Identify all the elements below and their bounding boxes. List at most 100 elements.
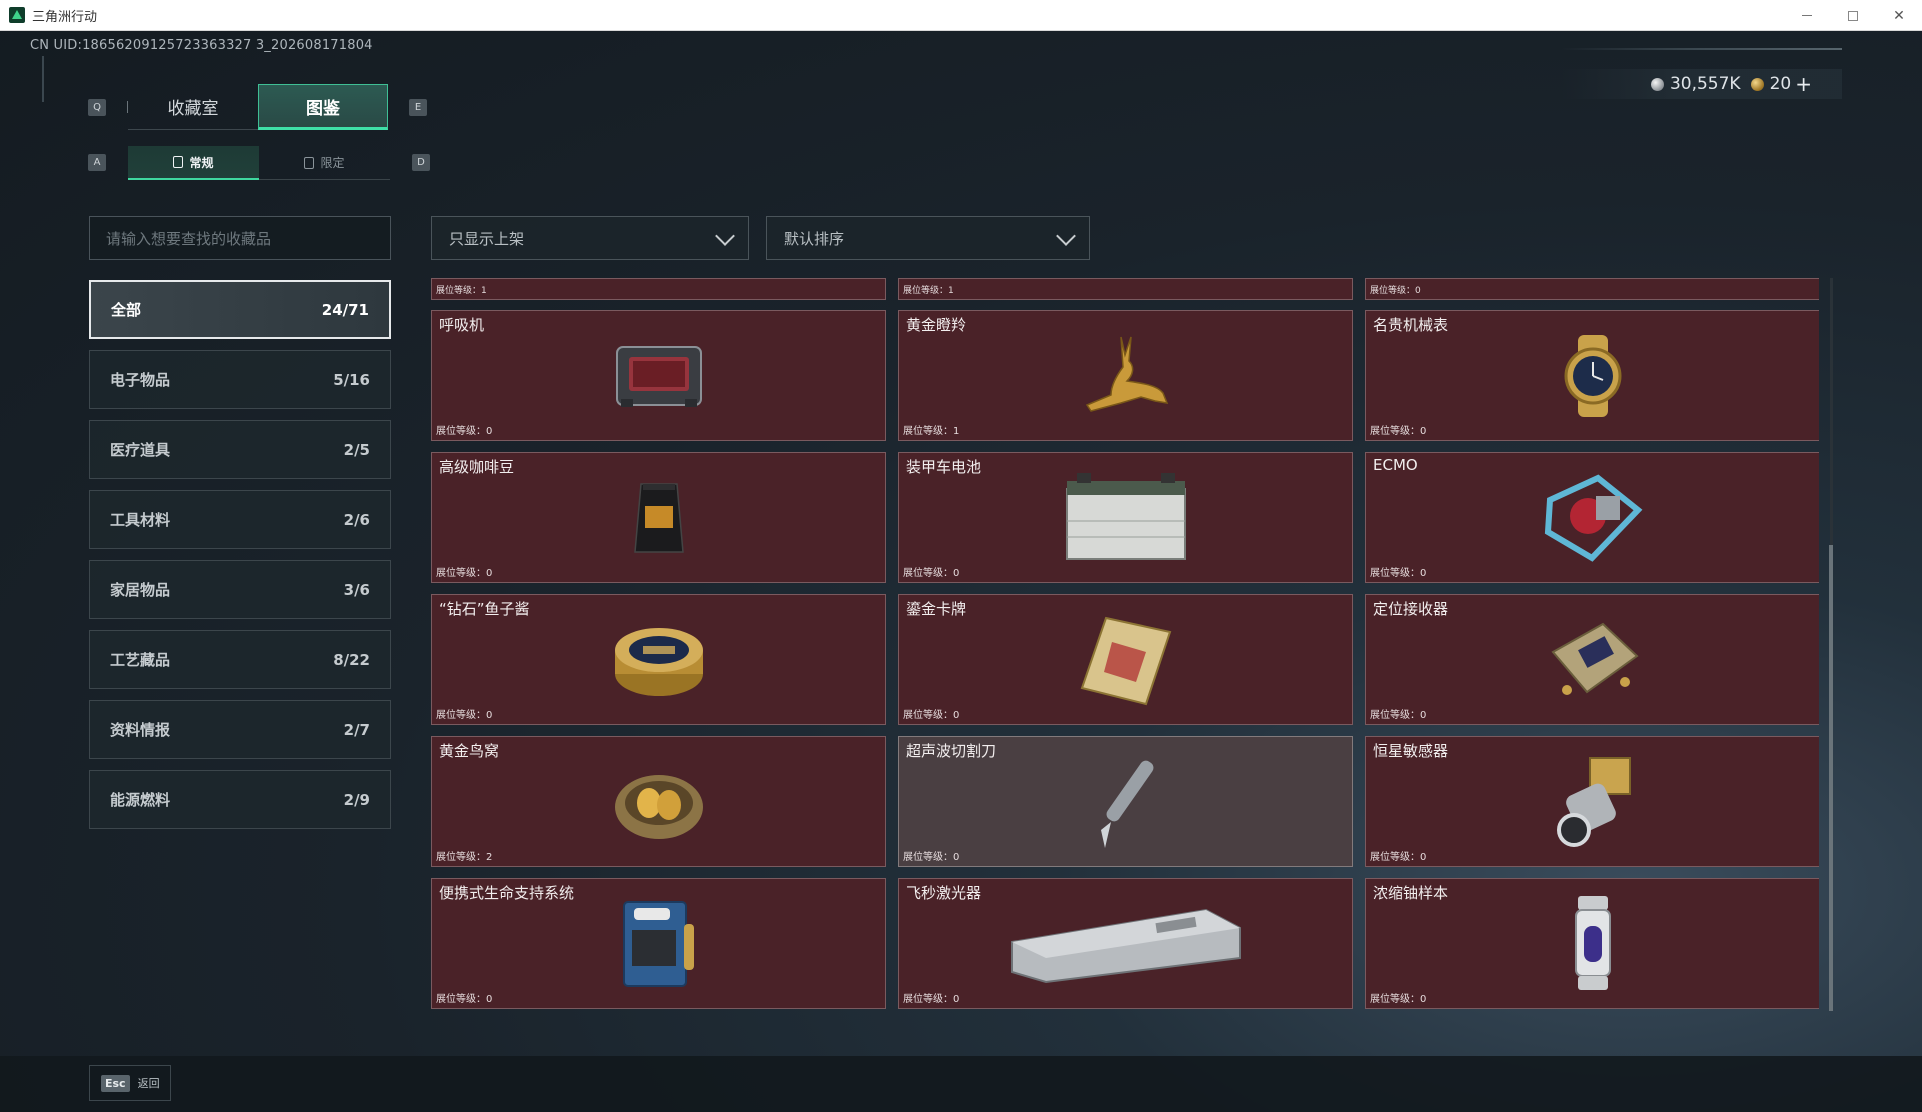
tab-regular[interactable]: 常规 xyxy=(128,146,259,180)
category-label: 工具材料 xyxy=(110,511,171,529)
close-icon: ✕ xyxy=(1893,7,1905,24)
watch-icon xyxy=(1564,334,1621,417)
sort-dropdown[interactable]: 默认排序 xyxy=(766,216,1090,260)
category-household[interactable]: 家居物品 3/6 xyxy=(89,560,391,619)
category-medical[interactable]: 医疗道具 2/5 xyxy=(89,420,391,479)
collection-card[interactable]: 鎏金卡牌 展位等级：0 xyxy=(898,594,1353,725)
category-count: 2/7 xyxy=(343,720,370,739)
collection-card[interactable]: 超声波切割刀 展位等级：0 xyxy=(898,736,1353,867)
key-hint-d: D xyxy=(412,154,430,171)
ecmo-icon xyxy=(1544,474,1642,562)
collection-grid: 呼吸机 展位等级：0 黄金瞪羚 展位等级：1 名贵机械表 展位等级：0 高级咖啡… xyxy=(431,310,1819,1009)
collection-card[interactable]: 装甲车电池 展位等级：0 xyxy=(898,452,1353,583)
display-filter-dropdown[interactable]: 只显示上架 xyxy=(431,216,749,260)
partial-card[interactable]: 展位等级：1 xyxy=(431,278,886,300)
window-titlebar: 三角洲行动 ✕ xyxy=(0,0,1922,31)
card-level: 展位等级：0 xyxy=(1370,286,1421,296)
partial-card[interactable]: 展位等级：1 xyxy=(898,278,1353,300)
collection-card[interactable]: “钻石”鱼子酱 展位等级：0 xyxy=(431,594,886,725)
sort-value: 默认排序 xyxy=(784,229,845,248)
card-level: 展位等级：0 xyxy=(1370,710,1427,721)
category-label: 全部 xyxy=(111,301,142,319)
category-count: 2/5 xyxy=(343,440,370,459)
uranium-icon xyxy=(1574,895,1611,990)
category-sidebar: 全部 24/71 电子物品 5/16 医疗道具 2/5 工具材料 2/6 家居物… xyxy=(89,280,391,840)
category-label: 医疗道具 xyxy=(110,441,171,459)
bottom-bar xyxy=(0,1056,1922,1112)
card-name: 高级咖啡豆 xyxy=(439,458,515,476)
collection-card[interactable]: 高级咖啡豆 展位等级：0 xyxy=(431,452,886,583)
caviar-icon xyxy=(614,627,703,696)
tab-codex[interactable]: 图鉴 xyxy=(258,84,388,130)
battery-icon xyxy=(1065,472,1186,560)
life-support-icon xyxy=(622,900,694,987)
collection-grid-area[interactable]: 展位等级：1 展位等级：1 展位等级：0 呼吸机 展位等级：0 黄金瞪羚 展位等… xyxy=(431,278,1819,1011)
partial-card[interactable]: 展位等级：0 xyxy=(1365,278,1819,300)
category-label: 工艺藏品 xyxy=(110,651,171,669)
ventilator-icon xyxy=(615,345,702,407)
card-level: 展位等级：0 xyxy=(903,994,960,1005)
gold-amount: 20 xyxy=(1769,74,1792,94)
silver-amount: 30,557K xyxy=(1669,74,1741,94)
close-button[interactable]: ✕ xyxy=(1876,0,1922,31)
card-name: 恒星敏感器 xyxy=(1373,742,1449,760)
tab-limited[interactable]: 限定 xyxy=(259,146,390,180)
card-name: 鎏金卡牌 xyxy=(906,600,967,618)
category-count: 24/71 xyxy=(321,300,369,319)
collection-card[interactable]: 呼吸机 展位等级：0 xyxy=(431,310,886,441)
category-energy[interactable]: 能源燃料 2/9 xyxy=(89,770,391,829)
card-level: 展位等级：0 xyxy=(903,852,960,863)
category-intel[interactable]: 资料情报 2/7 xyxy=(89,700,391,759)
card-level: 展位等级：0 xyxy=(1370,852,1427,863)
maximize-icon xyxy=(1848,10,1858,21)
category-crafts[interactable]: 工艺藏品 8/22 xyxy=(89,630,391,689)
collection-card[interactable]: 黄金鸟窝 展位等级：2 xyxy=(431,736,886,867)
category-count: 3/6 xyxy=(343,580,370,599)
card-name: “钻石”鱼子酱 xyxy=(439,600,530,618)
gold-nest-icon xyxy=(614,774,703,839)
card-level: 展位等级：0 xyxy=(1370,426,1427,437)
collection-card[interactable]: 便携式生命支持系统 展位等级：0 xyxy=(431,878,886,1009)
sub-tabs: 常规 限定 xyxy=(128,146,390,180)
card-level: 展位等级：2 xyxy=(436,852,493,863)
card-name: 呼吸机 xyxy=(439,316,485,334)
grid-scrollbar-thumb[interactable] xyxy=(1829,545,1833,1011)
esc-key-icon: Esc xyxy=(101,1074,130,1092)
category-tools[interactable]: 工具材料 2/6 xyxy=(89,490,391,549)
collection-card[interactable]: 恒星敏感器 展位等级：0 xyxy=(1365,736,1819,867)
collection-card[interactable]: 黄金瞪羚 展位等级：1 xyxy=(898,310,1353,441)
collection-card[interactable]: 名贵机械表 展位等级：0 xyxy=(1365,310,1819,441)
category-label: 家居物品 xyxy=(110,581,171,599)
gold-card-icon xyxy=(1080,616,1171,705)
tab-collection-room[interactable]: 收藏室 xyxy=(128,84,258,130)
category-electronics[interactable]: 电子物品 5/16 xyxy=(89,350,391,409)
card-name: 便携式生命支持系统 xyxy=(439,884,575,902)
category-all[interactable]: 全部 24/71 xyxy=(89,280,391,339)
chevron-down-icon xyxy=(1056,226,1076,246)
card-name: 定位接收器 xyxy=(1373,600,1449,618)
add-currency-button[interactable]: + xyxy=(1795,72,1812,96)
card-name: 超声波切割刀 xyxy=(906,742,997,760)
card-name: 飞秒激光器 xyxy=(906,884,982,902)
search-input[interactable]: 请输入想要查找的收藏品 xyxy=(89,216,391,260)
receiver-icon xyxy=(1550,622,1639,695)
back-button[interactable]: Esc 返回 xyxy=(89,1065,171,1101)
card-level: 展位等级：0 xyxy=(903,568,960,579)
card-level: 展位等级：0 xyxy=(436,710,493,721)
category-count: 2/6 xyxy=(343,510,370,529)
gold-balance: 20 + xyxy=(1750,72,1812,96)
collection-card[interactable]: 定位接收器 展位等级：0 xyxy=(1365,594,1819,725)
card-name: 装甲车电池 xyxy=(906,458,982,476)
category-count: 8/22 xyxy=(333,650,370,669)
card-level: 展位等级：1 xyxy=(436,286,487,296)
card-level: 展位等级：1 xyxy=(903,426,960,437)
header-divider xyxy=(1562,48,1842,50)
minimize-button[interactable] xyxy=(1784,0,1830,31)
collection-card[interactable]: 浓缩铀样本 展位等级：0 xyxy=(1365,878,1819,1009)
card-name: 名贵机械表 xyxy=(1373,316,1449,334)
collection-card[interactable]: 飞秒激光器 展位等级：0 xyxy=(898,878,1353,1009)
user-uid: CN UID:18656209125723363327 3_2026081718… xyxy=(30,38,373,53)
collection-card[interactable]: ECMO 展位等级：0 xyxy=(1365,452,1819,583)
maximize-button[interactable] xyxy=(1830,0,1876,31)
back-label: 返回 xyxy=(137,1077,160,1090)
